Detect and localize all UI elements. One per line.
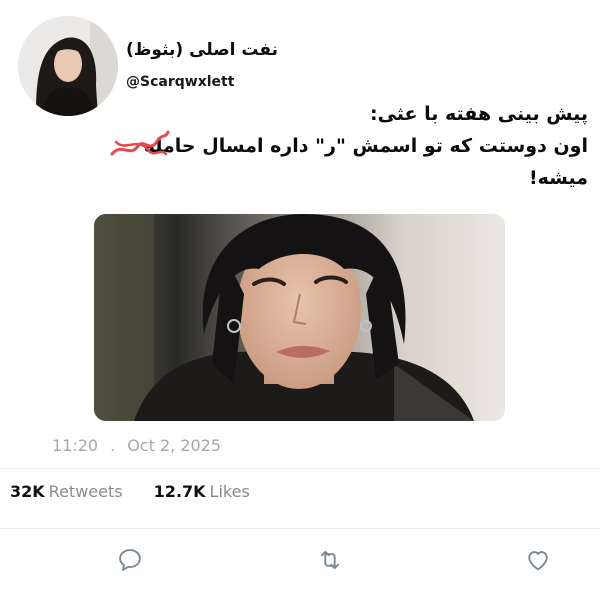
tweet-text: پیش بینی هفته با عثی: اون دوستت که تو اس… [88,98,588,194]
tweet-timestamp: 11:20. Oct 2, 2025 [52,436,221,455]
tweet-stats: 32K Retweets 12.7K Likes [10,482,276,501]
tweet-line: پیش بینی هفته با عثی: [369,103,588,125]
retweet-icon[interactable] [316,546,344,574]
retweets-label: Retweets [48,482,123,501]
divider [0,468,600,469]
likes-stat[interactable]: 12.7K Likes [154,482,250,501]
timestamp-separator: . [110,436,116,455]
divider [0,528,600,529]
tweet-line: میشه! [528,167,588,189]
likes-label: Likes [209,482,250,501]
tweet-time: 11:20 [52,436,99,455]
tweet-date: Oct 2, 2025 [127,436,222,455]
tweet-media-image[interactable] [94,214,505,421]
reply-icon[interactable] [116,546,144,574]
retweets-count: 32K [10,482,45,501]
retweets-stat[interactable]: 32K Retweets [10,482,123,501]
likes-count: 12.7K [153,482,206,501]
display-name[interactable]: نفت اصلی (بثوظ) [126,40,278,60]
tweet-line: اون دوستت که تو اسمش "ر" داره امسال حامل… [143,135,588,157]
heart-icon[interactable] [524,546,552,574]
user-handle[interactable]: @Scarqwxlett [126,74,234,90]
